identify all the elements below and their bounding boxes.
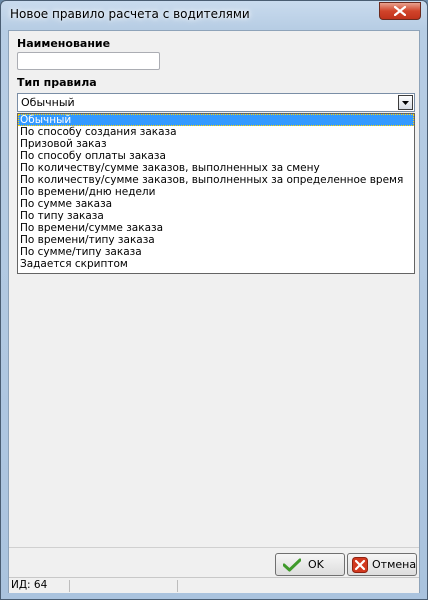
dropdown-option[interactable]: По сумме/типу заказа [18,246,414,258]
checkmark-icon [282,557,302,573]
rule-type-select[interactable]: Обычный [17,93,415,112]
dropdown-option[interactable]: По времени/сумме заказа [18,222,414,234]
status-separator [69,580,70,592]
ok-button[interactable]: OK [275,553,345,576]
close-button[interactable] [379,2,421,20]
cancel-button[interactable]: Отмена [347,553,417,576]
close-icon [394,6,406,16]
dropdown-option[interactable]: Обычный [18,114,414,126]
rule-type-value: Обычный [21,96,75,109]
dialog-body: Наименование Тип правила Обычный Обычный… [8,30,420,593]
name-input[interactable] [17,52,160,70]
ok-button-label: OK [308,558,324,571]
dropdown-option[interactable]: Призовой заказ [18,138,414,150]
dropdown-option[interactable]: По сумме заказа [18,198,414,210]
status-bar: ИД: 64 [9,577,419,593]
rule-type-dropdown-list[interactable]: Обычный По способу создания заказа Призово… [17,113,415,274]
window-title: Новое правило расчета с водителями [10,7,250,21]
cancel-button-label: Отмена [372,558,417,571]
dropdown-button[interactable] [398,95,413,110]
dropdown-option[interactable]: Задается скриптом [18,258,414,270]
rule-type-label: Тип правила [17,76,97,89]
dropdown-option[interactable]: По количеству/сумме заказов, выполненных… [18,162,414,174]
dropdown-option[interactable]: По количеству/сумме заказов, выполненных… [18,174,414,186]
dropdown-option[interactable]: По времени/дню недели [18,186,414,198]
status-separator [177,580,178,592]
title-bar[interactable]: Новое правило расчета с водителями [1,1,427,29]
dropdown-option[interactable]: По способу создания заказа [18,126,414,138]
chevron-down-icon [402,100,409,105]
dialog-window: Новое правило расчета с водителями Наиме… [0,0,428,600]
dropdown-option[interactable]: По времени/типу заказа [18,234,414,246]
record-id: ИД: 64 [11,579,48,591]
dropdown-option[interactable]: По способу оплаты заказа [18,150,414,162]
name-label: Наименование [17,37,111,50]
button-divider [9,547,419,548]
cancel-icon [352,556,368,573]
dropdown-option[interactable]: По типу заказа [18,210,414,222]
